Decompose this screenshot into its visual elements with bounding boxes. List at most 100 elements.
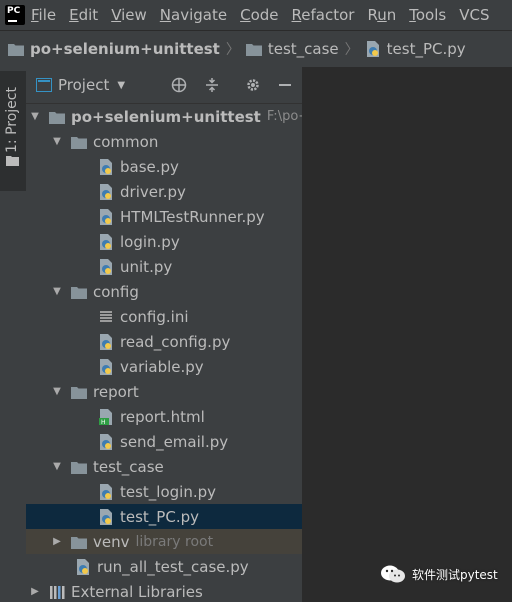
folder-icon	[71, 286, 87, 299]
menu-run[interactable]: Run	[367, 6, 396, 24]
tree-node-file-selected[interactable]: test_PC.py	[26, 504, 302, 529]
project-view-dropdown[interactable]: Project	[58, 76, 109, 94]
menu-vcs[interactable]: VCS	[459, 6, 489, 24]
tree-label: send_email.py	[120, 432, 229, 451]
tree-node-file[interactable]: send_email.py	[26, 429, 302, 454]
tree-label: config	[93, 282, 139, 301]
python-file-icon	[100, 158, 112, 175]
folder-icon	[71, 386, 87, 399]
python-file-icon	[100, 483, 112, 500]
tree-node-root[interactable]: ▼ po+selenium+unittest F:\po+	[26, 104, 302, 129]
tree-label: test_case	[93, 457, 164, 476]
watermark: 软件测试pytest	[380, 564, 498, 584]
tree-node-venv[interactable]: ▶ venv library root	[26, 529, 302, 554]
menu-file[interactable]: File	[31, 6, 56, 24]
menu-tools[interactable]: Tools	[409, 6, 446, 24]
tree-label: HTMLTestRunner.py	[120, 207, 265, 226]
project-view-icon	[36, 78, 52, 92]
collapse-icon[interactable]	[202, 75, 222, 95]
tree-node-file[interactable]: variable.py	[26, 354, 302, 379]
chevron-down-icon[interactable]: ▼	[117, 80, 125, 91]
tree-label: unit.py	[120, 257, 173, 276]
tree-node-file[interactable]: driver.py	[26, 179, 302, 204]
breadcrumb-file[interactable]: test_PC.py	[365, 40, 466, 58]
tree-node-file[interactable]: base.py	[26, 154, 302, 179]
tree-label: venv	[93, 532, 130, 551]
expand-arrow-icon[interactable]: ▼	[51, 286, 63, 297]
tree-node-file[interactable]: test_login.py	[26, 479, 302, 504]
expand-arrow-icon[interactable]: ▼	[29, 111, 41, 122]
ide-window: PC File Edit View Navigate Code Refactor…	[0, 0, 512, 602]
svg-text:H: H	[101, 419, 106, 425]
tree-label: test_PC.py	[120, 507, 199, 526]
navigation-bar: po+selenium+unittest 〉 test_case 〉 test_…	[0, 31, 512, 68]
menu-code[interactable]: Code	[240, 6, 278, 24]
tree-label: login.py	[120, 232, 180, 251]
path-hint: F:\po+	[266, 109, 302, 124]
expand-arrow-icon[interactable]: ▼	[51, 461, 63, 472]
tree-label: External Libraries	[71, 582, 203, 601]
folder-icon	[71, 536, 87, 549]
tree-node-file[interactable]: config.ini	[26, 304, 302, 329]
breadcrumb-project[interactable]: po+selenium+unittest	[8, 40, 220, 58]
tree-label: variable.py	[120, 357, 204, 376]
python-file-icon	[100, 433, 112, 450]
menu-view[interactable]: View	[111, 6, 147, 24]
tree-label: base.py	[120, 157, 179, 176]
menu-navigate[interactable]: Navigate	[160, 6, 227, 24]
expand-arrow-icon[interactable]: ▼	[51, 136, 63, 147]
tree-node-file[interactable]: login.py	[26, 229, 302, 254]
tree-label: report	[93, 382, 139, 401]
python-file-icon	[77, 558, 89, 575]
watermark-text: 软件测试pytest	[412, 567, 498, 582]
folder-icon	[71, 136, 87, 149]
python-file-icon	[100, 233, 112, 250]
tree-label: read_config.py	[120, 332, 231, 351]
python-file-icon	[100, 258, 112, 275]
tree-node-config[interactable]: ▼ config	[26, 279, 302, 304]
menu-refactor[interactable]: Refactor	[292, 6, 355, 24]
menu-bar: PC File Edit View Navigate Code Refactor…	[0, 0, 512, 30]
globe-icon[interactable]	[169, 75, 189, 95]
breadcrumb-folder[interactable]: test_case	[245, 40, 339, 58]
folder-icon	[245, 44, 262, 56]
expand-arrow-icon[interactable]: ▶	[51, 536, 63, 547]
tree-node-file[interactable]: read_config.py	[26, 329, 302, 354]
html-file-icon: H	[99, 408, 112, 425]
python-file-icon	[100, 333, 112, 350]
breadcrumb-separator: 〉	[344, 42, 359, 58]
tree-node-file[interactable]: HTMLTestRunner.py	[26, 204, 302, 229]
tree-node-common[interactable]: ▼ common	[26, 129, 302, 154]
expand-arrow-icon[interactable]: ▶	[29, 586, 41, 597]
tree-node-test-case[interactable]: ▼ test_case	[26, 454, 302, 479]
python-file-icon	[366, 41, 379, 57]
folder-icon	[6, 156, 19, 166]
tree-node-external-libraries[interactable]: ▶ External Libraries	[26, 579, 302, 602]
breadcrumb-separator: 〉	[225, 42, 240, 58]
library-root-hint: library root	[135, 533, 214, 550]
tree-node-file[interactable]: run_all_test_case.py	[26, 554, 302, 579]
folder-icon	[71, 461, 87, 474]
tree-node-file[interactable]: H report.html	[26, 404, 302, 429]
expand-arrow-icon[interactable]: ▼	[51, 386, 63, 397]
tree-label: config.ini	[120, 307, 189, 326]
project-panel: Project ▼ ▼ po+selenium+unittest F:\po+	[26, 67, 302, 602]
tree-label: common	[93, 132, 159, 151]
minimize-icon[interactable]	[275, 75, 295, 95]
tool-window-strip: 1: Project	[0, 67, 27, 602]
wechat-icon	[381, 565, 405, 583]
menu-edit[interactable]: Edit	[69, 6, 98, 24]
python-file-icon	[100, 508, 112, 525]
tree-node-report[interactable]: ▼ report	[26, 379, 302, 404]
gear-icon[interactable]	[243, 75, 263, 95]
project-panel-header: Project ▼	[26, 67, 302, 104]
tree-label: report.html	[120, 407, 205, 426]
tree-label: driver.py	[120, 182, 186, 201]
tree-node-file[interactable]: unit.py	[26, 254, 302, 279]
libraries-icon	[50, 585, 65, 599]
folder-icon	[8, 44, 24, 56]
tree-label: run_all_test_case.py	[97, 557, 249, 576]
editor-area[interactable]	[302, 67, 512, 602]
text-file-icon	[100, 310, 112, 322]
project-tool-tab[interactable]: 1: Project	[0, 71, 26, 191]
